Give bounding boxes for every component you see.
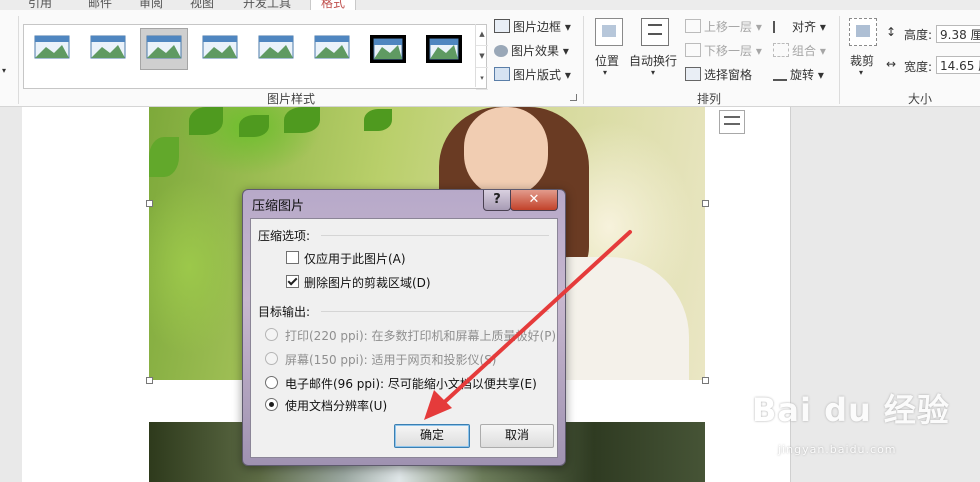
height-input[interactable]: 9.38 厘 xyxy=(936,25,980,43)
group-label-size: 大小 xyxy=(908,92,933,106)
resize-handle[interactable] xyxy=(702,200,709,207)
close-button[interactable]: ✕ xyxy=(510,190,558,211)
layout-options-button[interactable] xyxy=(719,110,745,134)
wrap-text-dropdown-icon[interactable]: ▾ xyxy=(651,68,655,77)
picture-style-thumb[interactable] xyxy=(84,28,132,70)
picture-style-thumb[interactable] xyxy=(196,28,244,70)
tab-references[interactable]: 引用 xyxy=(28,0,52,10)
bring-forward-icon xyxy=(685,19,701,33)
ribbon-tab-strip: 引用 邮件 审阅 视图 开发工具 格式 xyxy=(0,0,980,10)
resize-handle[interactable] xyxy=(146,377,153,384)
position-button[interactable]: 位置 xyxy=(595,52,619,69)
align-button[interactable]: 对齐 ▾ xyxy=(773,18,826,35)
height-icon: ↕ xyxy=(886,25,897,39)
wrap-text-icon xyxy=(641,18,669,46)
gallery-scroll[interactable]: ▲ ▼ ▾ xyxy=(475,24,488,90)
tab-view[interactable]: 视图 xyxy=(190,0,214,10)
delete-cropped-label[interactable]: 删除图片的剪裁区域(D) xyxy=(304,274,431,291)
picture-style-thumb[interactable] xyxy=(420,28,468,70)
picture-border-icon xyxy=(494,19,510,33)
annotation-arrow xyxy=(424,230,632,420)
help-button[interactable]: ? xyxy=(483,190,511,211)
picture-layout-icon xyxy=(494,67,510,81)
group-separator xyxy=(583,16,584,104)
width-icon: ↔ xyxy=(886,57,897,71)
arrow-shaft xyxy=(436,230,632,410)
picture-style-thumb[interactable] xyxy=(28,28,76,70)
ribbon: ▾ ▲ ▼ ▾ 图片边框 ▾ 图片效果 ▾ 图片版式 ▾ 图片样式 位置 ▾ 自… xyxy=(0,10,980,107)
close-icon: ✕ xyxy=(528,192,540,207)
group-separator xyxy=(18,16,19,104)
picture-effects-icon xyxy=(494,45,508,57)
picture-style-thumb[interactable] xyxy=(140,28,188,70)
resize-handle[interactable] xyxy=(146,200,153,207)
output-document-resolution-radio[interactable] xyxy=(265,398,278,411)
dialog-launcher-icon[interactable] xyxy=(570,94,577,101)
send-backward-button[interactable]: 下移一层 ▾ xyxy=(685,42,762,59)
send-backward-icon xyxy=(685,43,701,57)
selection-pane-button[interactable]: 选择窗格 xyxy=(685,66,752,83)
ok-button[interactable]: 确定 xyxy=(394,424,470,448)
picture-style-gallery xyxy=(23,24,487,89)
picture-content xyxy=(464,107,548,197)
tab-format[interactable]: 格式 xyxy=(310,0,357,10)
picture-style-thumb[interactable] xyxy=(252,28,300,70)
watermark-logo-text: Bai du 经验 xyxy=(752,391,950,429)
tab-mailings[interactable]: 邮件 xyxy=(88,0,112,10)
picture-effects-button[interactable]: 图片效果 ▾ xyxy=(494,42,569,59)
crop-button[interactable]: 裁剪 xyxy=(850,52,874,69)
gallery-down-icon[interactable]: ▼ xyxy=(476,46,488,68)
apply-only-this-checkbox[interactable] xyxy=(286,251,299,264)
layout-options-icon xyxy=(724,116,740,125)
wrap-text-button[interactable]: 自动换行 xyxy=(629,52,677,69)
picture-content xyxy=(284,107,320,133)
cancel-button[interactable]: 取消 xyxy=(480,424,554,448)
baidu-watermark: Bai du 经验 jingyan.baidu.com xyxy=(752,385,972,475)
picture-border-button[interactable]: 图片边框 ▾ xyxy=(494,18,571,35)
height-label: 高度: xyxy=(904,28,933,42)
picture-content xyxy=(189,107,223,135)
picture-content xyxy=(149,137,179,177)
compress-options-label: 压缩选项: xyxy=(258,229,311,243)
arrow-head xyxy=(424,390,452,420)
group-label-arrange: 排列 xyxy=(697,92,722,106)
crop-dropdown-icon[interactable]: ▾ xyxy=(859,68,863,77)
group-separator xyxy=(839,16,840,104)
position-icon xyxy=(595,18,623,46)
picture-layout-button[interactable]: 图片版式 ▾ xyxy=(494,66,571,83)
target-output-label: 目标输出: xyxy=(258,305,311,319)
group-label-picture-styles: 图片样式 xyxy=(267,92,316,106)
resize-handle[interactable] xyxy=(702,377,709,384)
picture-style-thumb[interactable] xyxy=(364,28,412,70)
picture-content xyxy=(239,115,269,137)
crop-icon xyxy=(849,18,877,46)
apply-only-this-label[interactable]: 仅应用于此图片(A) xyxy=(304,250,406,267)
picture-style-thumb[interactable] xyxy=(308,28,356,70)
gallery-up-icon[interactable]: ▲ xyxy=(476,24,488,46)
output-print-radio[interactable] xyxy=(265,328,278,341)
watermark-url: jingyan.baidu.com xyxy=(778,443,897,456)
selection-pane-icon xyxy=(685,67,701,81)
collapse-chevron-icon[interactable]: ▾ xyxy=(2,66,6,75)
rotate-icon xyxy=(773,67,787,81)
align-icon xyxy=(773,21,789,33)
position-dropdown-icon[interactable]: ▾ xyxy=(603,68,607,77)
width-label: 宽度: xyxy=(904,60,933,74)
output-screen-radio[interactable] xyxy=(265,352,278,365)
group-icon xyxy=(773,43,789,57)
rotate-button[interactable]: 旋转 ▾ xyxy=(773,66,824,83)
tab-review[interactable]: 审阅 xyxy=(139,0,163,10)
bring-forward-button[interactable]: 上移一层 ▾ xyxy=(685,18,762,35)
width-input[interactable]: 14.65 厘 xyxy=(936,56,980,74)
output-email-radio[interactable] xyxy=(265,376,278,389)
dialog-title: 压缩图片 xyxy=(252,199,305,214)
tab-developer[interactable]: 开发工具 xyxy=(243,0,291,10)
gallery-more-icon[interactable]: ▾ xyxy=(476,68,488,90)
group-button[interactable]: 组合 ▾ xyxy=(773,42,826,59)
delete-cropped-checkbox[interactable] xyxy=(286,275,299,288)
output-document-resolution-label[interactable]: 使用文档分辨率(U) xyxy=(285,397,387,414)
picture-content xyxy=(364,109,392,131)
